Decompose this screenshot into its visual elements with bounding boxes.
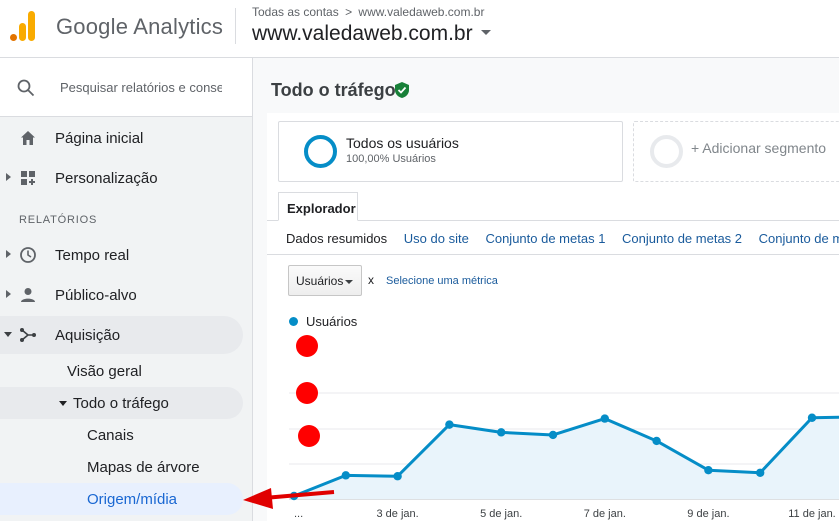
x-tick-label: 3 de jan. (376, 508, 418, 520)
data-point[interactable] (756, 468, 765, 477)
app-header: Google Analytics Todas as contas > www.v… (0, 0, 839, 58)
search-bar[interactable]: Pesquisar relatórios e conse (0, 58, 252, 117)
caret-down-icon (345, 280, 353, 284)
segment-ring-icon (304, 135, 337, 168)
sidebar-item-label: Mapas de árvore (87, 459, 200, 476)
clock-icon (20, 247, 36, 263)
acquisition-icon (20, 328, 36, 342)
data-point[interactable] (548, 430, 558, 440)
compare-x: x (368, 273, 374, 287)
subtab-site-usage[interactable]: Uso do site (404, 231, 469, 246)
data-point[interactable] (600, 414, 609, 423)
caret-down-icon (480, 29, 491, 35)
expand-arrow-icon (6, 250, 11, 258)
collapse-arrow-icon (59, 401, 67, 406)
x-tick-label: 9 de jan. (687, 508, 729, 520)
brand-name[interactable]: Google Analytics (56, 14, 223, 40)
sidebar-item-label: Origem/mídia (87, 491, 178, 508)
subtab-bar: Dados resumidos Uso do site Conjunto de … (286, 231, 839, 246)
sidebar-item-treemaps[interactable]: Mapas de árvore (0, 451, 243, 483)
expand-arrow-icon (6, 290, 11, 298)
x-tick-label: 5 de jan. (480, 508, 522, 520)
add-segment-label: + Adicionar segmento (691, 140, 827, 156)
subtab-goal-set-2[interactable]: Conjunto de metas 2 (622, 231, 742, 246)
sidebar-item-label: Aquisição (55, 327, 121, 344)
sidebar-item-overview[interactable]: Visão geral (0, 355, 243, 387)
data-point[interactable] (341, 471, 350, 480)
sidebar: Pesquisar relatórios e conse Página inic… (0, 58, 253, 521)
expand-arrow-icon (6, 173, 11, 181)
users-line-chart[interactable]: ... 3 de jan. 5 de jan. 7 de jan. 9 de jan. 1… (267, 323, 839, 521)
segment-name: Todos os usuários (346, 135, 459, 151)
report-panel: Todos os usuários 100,00% Usuários + Adi… (267, 113, 839, 521)
data-point[interactable] (652, 436, 661, 446)
breadcrumb-root: Todas as contas (252, 5, 339, 19)
x-tick-label: ... (294, 508, 303, 520)
sidebar-item-customization[interactable]: Personalização (0, 159, 243, 197)
sidebar-item-label: Tempo real (55, 247, 130, 264)
data-point[interactable] (704, 466, 713, 475)
empty-segment-ring-icon (650, 135, 683, 168)
analytics-logo-icon[interactable] (10, 11, 36, 41)
segment-percentage: 100,00% Usuários (346, 153, 436, 165)
sidebar-item-label: Página inicial (55, 130, 144, 147)
subtab-goal-set-1[interactable]: Conjunto de metas 1 (485, 231, 605, 246)
page-title: Todo o tráfego (271, 80, 396, 100)
property-name: www.valedaweb.com.br (252, 22, 473, 45)
breadcrumb-site: www.valedaweb.com.br (358, 5, 485, 19)
data-point[interactable] (445, 420, 454, 429)
tab-explorer[interactable]: Explorador (278, 192, 358, 221)
sidebar-item-label: Canais (87, 427, 134, 444)
sidebar-item-audience[interactable]: Público-alvo (0, 276, 243, 314)
subtab-goal-set-more[interactable]: Conjunto de m (759, 231, 839, 246)
verified-shield-icon[interactable] (394, 81, 410, 99)
dashboard-plus-icon (21, 171, 35, 185)
subtab-divider (267, 254, 839, 255)
sidebar-item-all-traffic[interactable]: Todo o tráfego (0, 387, 243, 419)
collapse-arrow-icon (4, 332, 12, 337)
home-icon (21, 131, 35, 145)
select-metric-link[interactable]: Selecione uma métrica (386, 275, 498, 287)
metric-dropdown-value: Usuários (296, 274, 344, 288)
search-icon (17, 79, 35, 97)
breadcrumb[interactable]: Todas as contas > www.valedaweb.com.br (252, 5, 484, 19)
sidebar-item-home[interactable]: Página inicial (0, 119, 243, 157)
metric-dropdown[interactable]: Usuários (288, 265, 362, 296)
sidebar-item-label: Personalização (55, 170, 158, 187)
subtab-summary[interactable]: Dados resumidos (286, 231, 387, 246)
sidebar-item-acquisition[interactable]: Aquisição (0, 316, 243, 354)
segment-card[interactable]: Todos os usuários 100,00% Usuários (278, 121, 623, 182)
search-input[interactable]: Pesquisar relatórios e conse (60, 80, 222, 95)
x-tick-label: 11 de jan. (788, 508, 836, 520)
property-selector[interactable]: www.valedaweb.com.br (252, 22, 491, 46)
main-content: Todo o tráfego Todos os usuários 100,00%… (253, 58, 839, 521)
sidebar-item-label: Visão geral (67, 363, 142, 380)
breadcrumb-separator: > (345, 5, 353, 19)
sidebar-item-realtime[interactable]: Tempo real (0, 236, 243, 274)
data-point[interactable] (393, 472, 402, 481)
data-point[interactable] (807, 413, 817, 422)
sidebar-item-source-medium[interactable]: Origem/mídia (0, 483, 243, 515)
section-label-reports: RELATÓRIOS (19, 214, 98, 226)
add-segment-button[interactable]: + Adicionar segmento (633, 121, 839, 182)
sidebar-item-label: Todo o tráfego (73, 395, 169, 412)
data-point[interactable] (289, 491, 299, 501)
person-icon (21, 288, 35, 302)
header-divider (235, 8, 236, 44)
sidebar-item-label: Público-alvo (55, 287, 137, 304)
data-point[interactable] (497, 428, 506, 437)
sidebar-item-channels[interactable]: Canais (0, 419, 243, 451)
x-tick-label: 7 de jan. (584, 508, 626, 520)
